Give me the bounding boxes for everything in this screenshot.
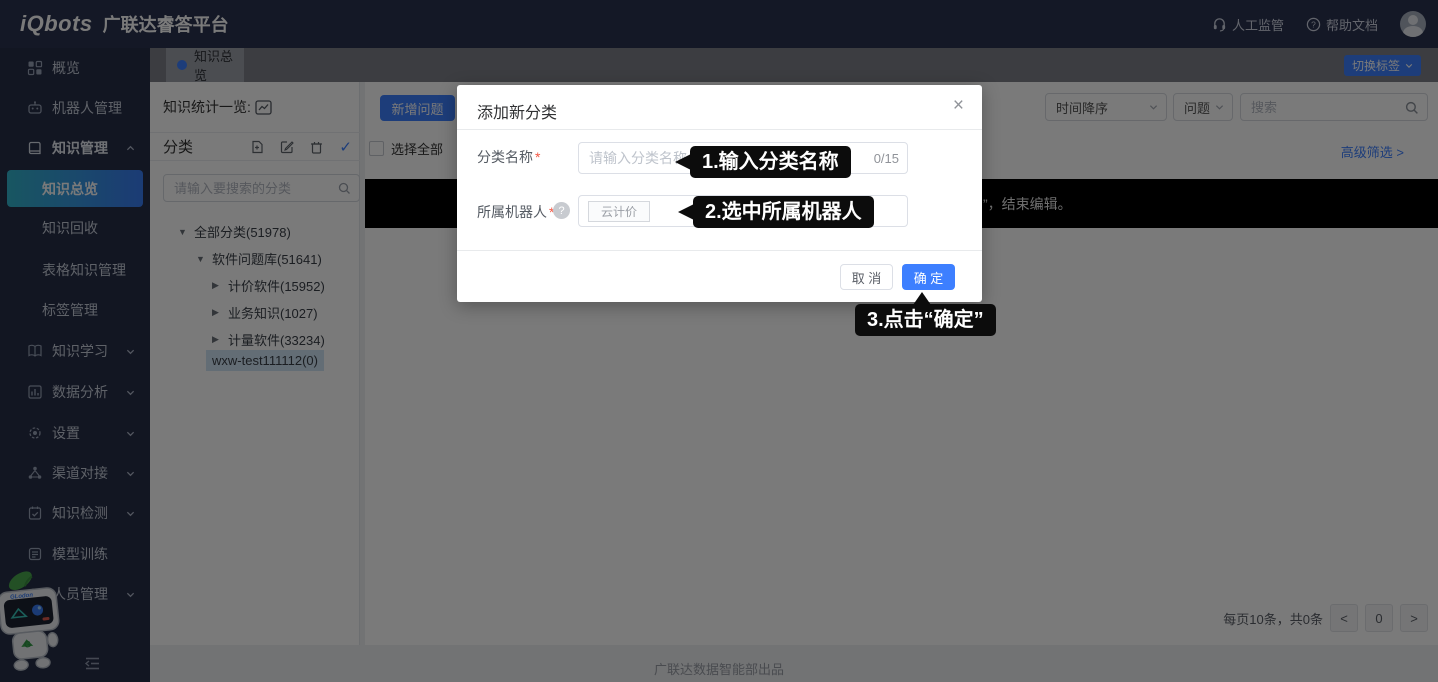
arrow-up-icon	[913, 292, 931, 305]
category-name-label: 分类名称*	[477, 147, 540, 167]
app-root: iQbots 广联达睿答平台 人工监管 ? 帮助文档 概览 机器人管理 知	[0, 0, 1438, 682]
char-counter: 0/15	[874, 151, 899, 166]
annotation-step1: 1.输入分类名称	[690, 146, 851, 178]
modal-title: 添加新分类	[477, 99, 557, 123]
arrow-left-icon	[675, 154, 691, 170]
help-circle-icon[interactable]: ?	[553, 202, 570, 219]
robot-label: 所属机器人*	[477, 202, 554, 222]
annotation-text: 1.输入分类名称	[702, 151, 839, 173]
modal-footer: 取 消 确 定	[457, 250, 982, 302]
required-asterisk: *	[535, 149, 540, 165]
annotation-text: 2.选中所属机器人	[705, 201, 862, 223]
annotation-step2: 2.选中所属机器人	[693, 196, 874, 228]
add-category-modal: 添加新分类 × 分类名称* 0/15 所属机器人* ? 云计价 取 消 确 定	[457, 85, 982, 302]
annotation-text: 3.点击“确定”	[867, 309, 984, 331]
cancel-button[interactable]: 取 消	[840, 264, 893, 290]
robot-tag-chip[interactable]: 云计价	[588, 201, 650, 222]
annotation-step3: 3.点击“确定”	[855, 304, 996, 336]
close-icon[interactable]: ×	[953, 96, 964, 115]
modal-header: 添加新分类 ×	[457, 85, 982, 130]
arrow-left-icon	[678, 204, 694, 220]
confirm-button[interactable]: 确 定	[902, 264, 955, 290]
